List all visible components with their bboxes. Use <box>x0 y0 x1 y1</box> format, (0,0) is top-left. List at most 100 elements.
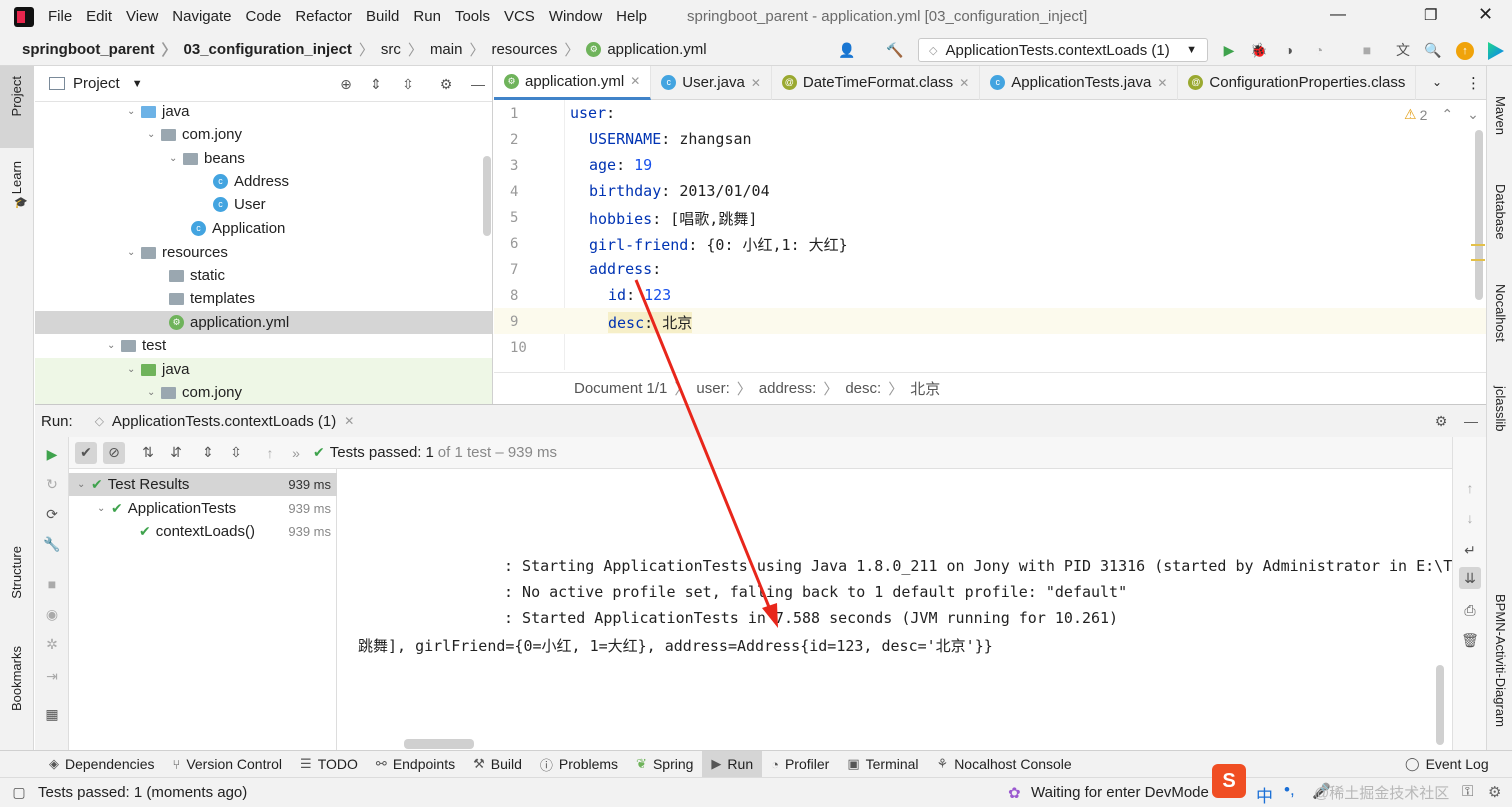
sort-alpha-icon[interactable]: ⇅ <box>137 442 159 464</box>
expand-all-icon[interactable]: ⇕ <box>197 442 219 464</box>
lock-icon[interactable]: ⚿ <box>1462 783 1473 800</box>
arrow-up-icon[interactable]: ↑ <box>259 442 281 464</box>
build-hammer-icon[interactable]: 🔨 <box>884 39 906 61</box>
layout-icon[interactable]: ▦ <box>41 703 63 725</box>
document-crumb[interactable]: Document 1/1 <box>574 380 667 397</box>
tab-applicationtests[interactable]: c ApplicationTests.java ✕ <box>980 65 1179 100</box>
show-ignored-icon[interactable]: ⊘ <box>103 441 125 464</box>
tree-item-user[interactable]: c User <box>213 193 266 216</box>
tree-item-application-yml[interactable]: ⚙ application.yml <box>35 311 492 334</box>
more-icon[interactable]: » <box>285 442 307 464</box>
user-icon[interactable]: 👤 <box>836 39 858 61</box>
update-icon[interactable]: ↑ <box>1456 42 1474 60</box>
chevron-down-icon[interactable]: ▼ <box>132 78 143 90</box>
tool-window-learn[interactable]: Learn <box>9 161 24 194</box>
scroll-to-end-icon[interactable]: ⇊ <box>1459 567 1481 589</box>
settings-icon[interactable]: ⚙ <box>1488 783 1501 801</box>
profile-icon[interactable]: ◔ <box>1308 39 1330 61</box>
run-config-select[interactable]: ◇ ApplicationTests.contextLoads (1) ▼ <box>918 38 1208 62</box>
gear-icon[interactable]: ⚙ <box>435 73 457 95</box>
status-message[interactable]: Tests passed: 1 (moments ago) <box>38 784 247 801</box>
tool-window-jclasslib[interactable]: jclasslib <box>1493 386 1508 432</box>
stop-icon[interactable]: ■ <box>1356 39 1378 61</box>
translate-icon[interactable]: 文 <box>1392 39 1414 61</box>
sort-duration-icon[interactable]: ⇵ <box>165 442 187 464</box>
camera-icon[interactable]: ◉ <box>41 603 63 625</box>
tree-item-test-java[interactable]: ⌄ java <box>35 358 492 381</box>
menu-help[interactable]: Help <box>616 8 647 25</box>
collapse-all-icon[interactable]: ⇳ <box>397 73 419 95</box>
more-icon[interactable]: ⋮ <box>1466 74 1481 92</box>
close-icon[interactable]: ✕ <box>630 74 640 88</box>
crumb-address[interactable]: address: <box>759 380 817 397</box>
console-vscrollbar[interactable] <box>1436 665 1444 745</box>
tab-event-log[interactable]: ◯ Event Log <box>1396 751 1498 778</box>
menu-vcs[interactable]: VCS <box>504 8 535 25</box>
menu-run[interactable]: Run <box>413 8 441 25</box>
search-icon[interactable]: 🔍 <box>1422 39 1444 61</box>
breadcrumb-src[interactable]: src <box>381 41 401 58</box>
breadcrumb-main[interactable]: main <box>430 41 463 58</box>
arrow-up-icon[interactable]: ↑ <box>1459 477 1481 499</box>
tool-window-bookmarks[interactable]: Bookmarks <box>9 646 24 711</box>
close-icon[interactable]: ✕ <box>344 414 354 428</box>
expand-all-icon[interactable]: ⇕ <box>365 73 387 95</box>
console-hscrollbar[interactable] <box>404 739 474 749</box>
tab-dependencies[interactable]: ◈ Dependencies <box>40 751 164 778</box>
tool-window-project[interactable]: Project <box>9 76 24 116</box>
tab-nocalhost-console[interactable]: ⚘ Nocalhost Console <box>928 751 1081 778</box>
print-icon[interactable]: ⎙ <box>1459 599 1481 621</box>
hide-icon[interactable]: — <box>467 73 489 95</box>
tree-item-application[interactable]: c Application <box>191 217 285 240</box>
run-icon[interactable]: ▶ <box>1218 39 1240 61</box>
breadcrumb-resources[interactable]: resources <box>491 41 557 58</box>
trash-icon[interactable]: 🗑 <box>1459 629 1481 651</box>
tree-item-resources[interactable]: ⌄ resources <box>127 241 228 264</box>
minimize-icon[interactable]: — <box>1330 6 1346 24</box>
tool-window-maven[interactable]: Maven <box>1493 96 1508 135</box>
breadcrumb-module[interactable]: 03_configuration_inject <box>184 41 352 58</box>
rerun-icon[interactable]: ▶ <box>41 443 63 465</box>
exit-icon[interactable]: ⇥ <box>41 665 63 687</box>
tab-user-java[interactable]: c User.java ✕ <box>651 65 772 100</box>
rerun-failed-icon[interactable]: ↻ <box>41 473 63 495</box>
menu-build[interactable]: Build <box>366 8 399 25</box>
toggle-autotest-icon[interactable]: ⟳ <box>41 503 63 525</box>
editor-scrollbar[interactable] <box>1475 130 1483 300</box>
tab-application-yml[interactable]: ⚙ application.yml ✕ <box>494 65 652 100</box>
tab-todo[interactable]: ☰ TODO <box>291 751 367 778</box>
crumb-desc[interactable]: desc: <box>845 380 881 397</box>
close-icon[interactable]: ✕ <box>751 76 761 90</box>
close-icon[interactable]: ✕ <box>959 76 969 90</box>
collapse-all-icon[interactable]: ⇳ <box>225 442 247 464</box>
wrench-icon[interactable]: 🔧 <box>41 533 63 555</box>
soft-wrap-icon[interactable]: ↵ <box>1459 539 1481 561</box>
tab-problems[interactable]: ⓘ Problems <box>531 751 627 778</box>
close-icon[interactable]: ✕ <box>1478 4 1493 25</box>
tab-configurationproperties[interactable]: @ ConfigurationProperties.class <box>1178 65 1417 100</box>
tab-build[interactable]: ⚒ Build <box>464 751 531 778</box>
tool-window-structure[interactable]: Structure <box>9 546 24 599</box>
tab-endpoints[interactable]: ⚯ Endpoints <box>367 751 464 778</box>
restore-icon[interactable]: ❐ <box>1424 6 1437 24</box>
menu-code[interactable]: Code <box>245 8 281 25</box>
menu-file[interactable]: File <box>48 8 72 25</box>
tree-item-templates[interactable]: templates <box>169 287 255 310</box>
code-area[interactable]: user: USERNAME: zhangsan age: 19 birthda… <box>494 100 1454 370</box>
test-row-class[interactable]: ⌄ ✔ ApplicationTests 939 ms <box>69 497 337 520</box>
tab-datetimeformat[interactable]: @ DateTimeFormat.class ✕ <box>772 65 981 100</box>
tab-profiler[interactable]: ◔ Profiler <box>762 751 838 778</box>
breadcrumb-project[interactable]: springboot_parent <box>22 41 155 58</box>
menu-window[interactable]: Window <box>549 8 602 25</box>
project-view-title[interactable]: Project <box>73 75 120 92</box>
chevron-down-icon[interactable]: ⌄ <box>1467 106 1479 123</box>
project-scrollbar[interactable] <box>483 156 491 236</box>
crumb-value[interactable]: 北京 <box>910 378 940 399</box>
tab-terminal[interactable]: ▣ Terminal <box>838 751 927 778</box>
debug-icon[interactable]: 🐞 <box>1248 39 1270 61</box>
tab-version-control[interactable]: ⑂ Version Control <box>164 751 292 778</box>
test-row-root[interactable]: ⌄ ✔ Test Results 939 ms <box>69 473 337 496</box>
tree-item-beans[interactable]: ⌄ beans <box>169 147 245 170</box>
tree-item-address[interactable]: c Address <box>213 170 289 193</box>
menu-edit[interactable]: Edit <box>86 8 112 25</box>
